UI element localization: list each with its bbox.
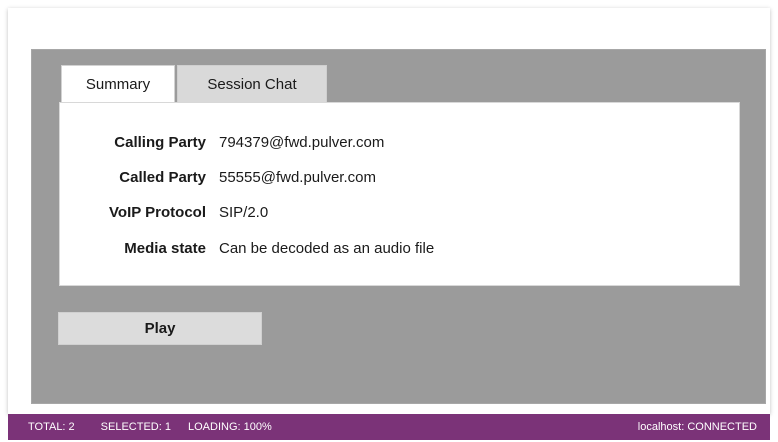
status-connection: localhost: CONNECTED [637, 421, 757, 433]
app-window: Summary Session Chat Calling Party 79437… [8, 8, 770, 414]
tab-session-chat-label: Session Chat [207, 76, 297, 93]
tab-session-chat[interactable]: Session Chat [177, 65, 327, 103]
media-state-label: Media state [124, 239, 206, 257]
voip-protocol-label: VoIP Protocol [109, 203, 206, 221]
voip-protocol-value: SIP/2.0 [219, 203, 269, 221]
called-party-label: Called Party [119, 168, 206, 186]
calling-party-value: 794379@fwd.pulver.com [219, 133, 385, 151]
summary-content: Calling Party 794379@fwd.pulver.com Call… [59, 102, 740, 286]
media-state-value: Can be decoded as an audio file [219, 239, 435, 257]
voip-protocol-row: VoIP Protocol SIP/2.0 [60, 201, 268, 223]
status-bar: TOTAL: 2 SELECTED: 1 LOADING: 100% local… [8, 414, 770, 440]
called-party-value: 55555@fwd.pulver.com [219, 168, 376, 186]
tab-summary-label: Summary [85, 76, 151, 93]
calling-party-row: Calling Party 794379@fwd.pulver.com [60, 131, 384, 153]
session-panel: Summary Session Chat Calling Party 79437… [31, 49, 766, 404]
status-total: TOTAL: 2 [28, 421, 75, 433]
tab-summary[interactable]: Summary [61, 65, 175, 103]
calling-party-label: Calling Party [114, 133, 206, 151]
status-loading: LOADING: 100% [187, 421, 272, 433]
media-state-row: Media state Can be decoded as an audio f… [60, 237, 434, 259]
play-button[interactable]: Play [58, 312, 262, 345]
play-button-label: Play [144, 320, 176, 337]
called-party-row: Called Party 55555@fwd.pulver.com [60, 166, 376, 188]
status-selected: SELECTED: 1 [100, 421, 171, 433]
